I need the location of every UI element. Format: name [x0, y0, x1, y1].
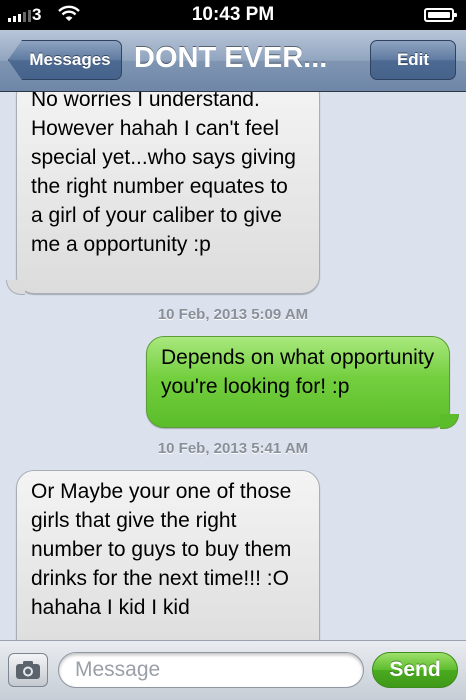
camera-button[interactable] — [8, 653, 48, 687]
incoming-message-bubble: No worries I understand. However hahah I… — [16, 92, 320, 294]
battery-icon — [424, 8, 457, 22]
status-bar: 3 10:43 PM — [0, 0, 466, 30]
send-button[interactable]: Send — [372, 652, 458, 688]
message-input[interactable] — [58, 652, 364, 688]
back-button[interactable]: Messages — [8, 40, 122, 80]
edit-button[interactable]: Edit — [370, 40, 456, 80]
bubble-tail — [6, 280, 25, 295]
message-input-bar: Send — [0, 640, 466, 700]
bubble-tail — [440, 414, 459, 429]
camera-icon — [16, 661, 40, 679]
message-timestamp: 10 Feb, 2013 5:41 AM — [157, 440, 309, 457]
message-timestamp: 10 Feb, 2013 5:09 AM — [157, 306, 309, 323]
conversation-title: DONT EVER... — [134, 42, 328, 74]
outgoing-message-bubble: Depends on what opportunity you're looki… — [146, 336, 450, 428]
navigation-bar: Messages DONT EVER... Edit — [0, 30, 466, 92]
message-thread[interactable]: No worries I understand. However hahah I… — [0, 92, 466, 640]
incoming-message-bubble: Or Maybe your one of those girls that gi… — [16, 470, 320, 640]
status-time: 10:43 PM — [191, 4, 275, 25]
